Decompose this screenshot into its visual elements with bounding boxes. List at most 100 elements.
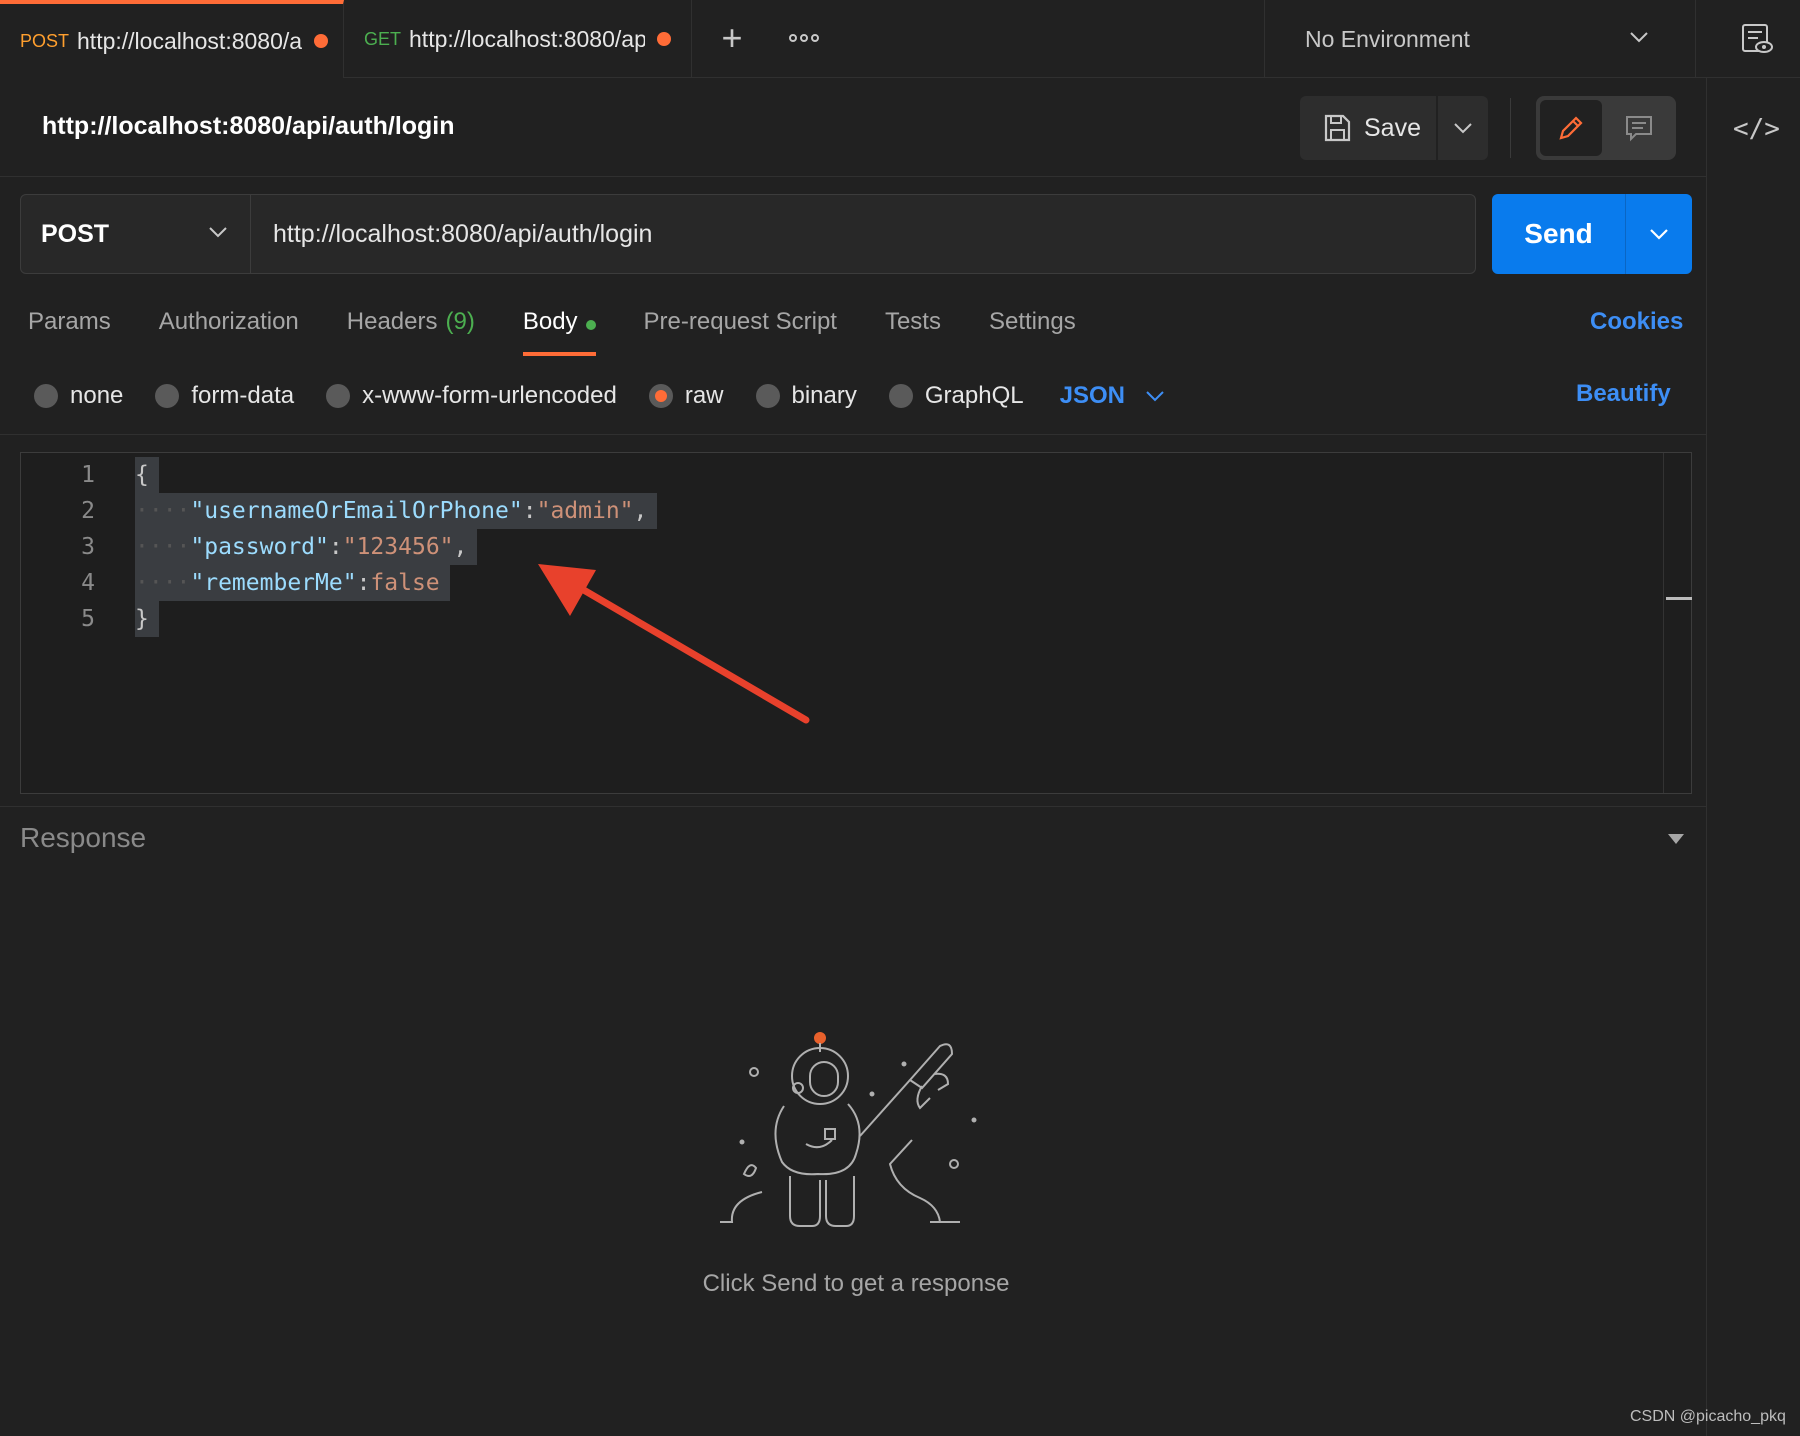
radio-label: form-data bbox=[191, 382, 295, 409]
watermark: CSDN @picacho_pkq bbox=[1630, 1408, 1786, 1425]
radio-label: raw bbox=[684, 382, 724, 409]
save-label: Save bbox=[1364, 113, 1421, 142]
url-bar: POST http://localhost:8080/api/auth/logi… bbox=[20, 194, 1476, 274]
radio-binary[interactable]: binary bbox=[755, 382, 857, 410]
unsaved-dot-icon bbox=[314, 34, 329, 48]
empty-response-message: Click Send to get a response bbox=[702, 1270, 1010, 1297]
send-group: Send bbox=[1492, 194, 1692, 274]
line-number: 2 bbox=[81, 498, 95, 524]
chevron-down-icon bbox=[1146, 391, 1164, 402]
tab-headers[interactable]: Headers (9) bbox=[347, 300, 475, 356]
line-number: 5 bbox=[81, 606, 95, 632]
environment-selector[interactable]: No Environment bbox=[1264, 0, 1696, 78]
scrollbar-thumb[interactable] bbox=[1666, 597, 1692, 600]
code-line: 1 { bbox=[21, 457, 159, 493]
request-tabs: Params Authorization Headers (9) Body Pre… bbox=[28, 300, 1124, 356]
line-number: 1 bbox=[81, 462, 95, 488]
line-number: 3 bbox=[81, 534, 95, 560]
code-text: ···· "usernameOrEmailOrPhone": "admin", bbox=[135, 493, 658, 529]
code-text: } bbox=[135, 601, 159, 637]
save-disk-icon bbox=[1324, 114, 1351, 142]
body-set-indicator-icon bbox=[585, 320, 596, 330]
tab-bar: POST http://localhost:8080/api/auth/logi… bbox=[0, 0, 1800, 78]
code-text: ···· "password": "123456", bbox=[135, 529, 478, 565]
chevron-down-icon bbox=[1454, 123, 1472, 134]
code-line: 2 ···· "usernameOrEmailOrPhone": "admin", bbox=[21, 493, 658, 529]
response-title: Response bbox=[20, 822, 147, 853]
tab-settings[interactable]: Settings bbox=[989, 300, 1076, 356]
method-label: POST bbox=[41, 219, 110, 248]
collapse-response-icon[interactable] bbox=[1668, 834, 1684, 844]
radio-label: x-www-form-urlencoded bbox=[362, 382, 617, 409]
tab-authorization[interactable]: Authorization bbox=[159, 300, 299, 356]
code-snippet-icon[interactable]: </> bbox=[1733, 114, 1780, 144]
code-line: 4 ···· "rememberMe": false bbox=[21, 565, 450, 601]
tab-params[interactable]: Params bbox=[28, 300, 111, 356]
unsaved-dot-icon bbox=[657, 32, 672, 46]
tab-pre-request-script[interactable]: Pre-request Script bbox=[644, 300, 837, 356]
astronaut-rocket-illustration bbox=[720, 1032, 977, 1227]
pencil-icon bbox=[1559, 116, 1583, 140]
line-number: 4 bbox=[81, 570, 95, 596]
tab-label: Authorization bbox=[158, 308, 299, 335]
comments-mode-button[interactable] bbox=[1608, 100, 1670, 156]
code-text: ···· "rememberMe": false bbox=[135, 565, 450, 601]
divider bbox=[0, 434, 1706, 435]
send-options-button[interactable] bbox=[1626, 194, 1692, 274]
tab-url: http://localhost:8080/api/auth/login bbox=[77, 27, 303, 54]
divider bbox=[0, 176, 1706, 177]
headers-count: (9) bbox=[445, 308, 475, 335]
tab-tests[interactable]: Tests bbox=[885, 300, 941, 356]
radio-circle bbox=[755, 384, 780, 408]
radio-circle bbox=[155, 384, 180, 408]
divider bbox=[0, 806, 1706, 807]
radio-none[interactable]: none bbox=[34, 382, 123, 410]
radio-circle bbox=[888, 384, 913, 408]
request-title[interactable]: http://localhost:8080/api/auth/login bbox=[42, 112, 455, 141]
code-line: 3 ···· "password": "123456", bbox=[21, 529, 478, 565]
cookies-link[interactable]: Cookies bbox=[1590, 308, 1683, 336]
radio-form-data[interactable]: form-data bbox=[155, 382, 294, 410]
send-button[interactable]: Send bbox=[1492, 194, 1626, 274]
code-text: { bbox=[135, 457, 159, 493]
chevron-down-icon bbox=[1630, 32, 1648, 43]
chevron-down-icon bbox=[1650, 229, 1668, 240]
divider bbox=[1510, 98, 1511, 158]
method-select[interactable]: POST bbox=[21, 195, 251, 273]
code-editor[interactable]: 1 { 2 ···· "usernameOrEmailOrPhone": "admi… bbox=[20, 452, 1692, 794]
radio-urlencoded[interactable]: x-www-form-urlencoded bbox=[326, 382, 617, 410]
right-sidebar: </> bbox=[1706, 78, 1800, 1436]
tab-get-api[interactable]: GET http://localhost:8080/api bbox=[344, 0, 692, 78]
radio-raw[interactable]: raw bbox=[648, 382, 724, 410]
body-format-select[interactable]: JSON bbox=[1060, 382, 1165, 410]
radio-circle-selected bbox=[648, 384, 673, 408]
tab-label: Headers bbox=[346, 308, 438, 335]
tab-label: Tests bbox=[884, 308, 941, 335]
more-tabs-icon[interactable] bbox=[784, 20, 824, 56]
code-line: 5 } bbox=[21, 601, 159, 637]
radio-graphql[interactable]: GraphQL bbox=[888, 382, 1024, 410]
tab-url: http://localhost:8080/api bbox=[409, 25, 646, 52]
body-type-selector: none form-data x-www-form-urlencoded raw… bbox=[34, 376, 1165, 416]
save-options-button[interactable] bbox=[1438, 96, 1488, 160]
tab-method: GET bbox=[364, 28, 402, 49]
chevron-down-icon bbox=[209, 227, 227, 238]
environment-label: No Environment bbox=[1305, 25, 1470, 52]
environment-quick-look-icon[interactable] bbox=[1740, 22, 1774, 56]
save-button[interactable]: Save bbox=[1300, 96, 1436, 160]
new-tab-plus-icon[interactable]: + bbox=[714, 20, 750, 56]
tab-label: Pre-request Script bbox=[643, 308, 837, 335]
view-mode-toggle bbox=[1536, 96, 1676, 160]
tab-body[interactable]: Body bbox=[522, 300, 596, 356]
radio-circle bbox=[34, 384, 58, 408]
comment-icon bbox=[1626, 116, 1652, 142]
tab-post-login[interactable]: POST http://localhost:8080/api/auth/logi… bbox=[0, 0, 344, 78]
url-input[interactable]: http://localhost:8080/api/auth/login bbox=[251, 195, 1475, 273]
edit-mode-button[interactable] bbox=[1540, 100, 1602, 156]
beautify-button[interactable]: Beautify bbox=[1576, 380, 1671, 408]
tab-label: Body bbox=[522, 308, 578, 335]
radio-label: GraphQL bbox=[924, 382, 1024, 409]
editor-scrollbar[interactable] bbox=[1663, 453, 1692, 793]
tab-label: Params bbox=[28, 308, 111, 335]
body-format-label: JSON bbox=[1059, 382, 1125, 409]
